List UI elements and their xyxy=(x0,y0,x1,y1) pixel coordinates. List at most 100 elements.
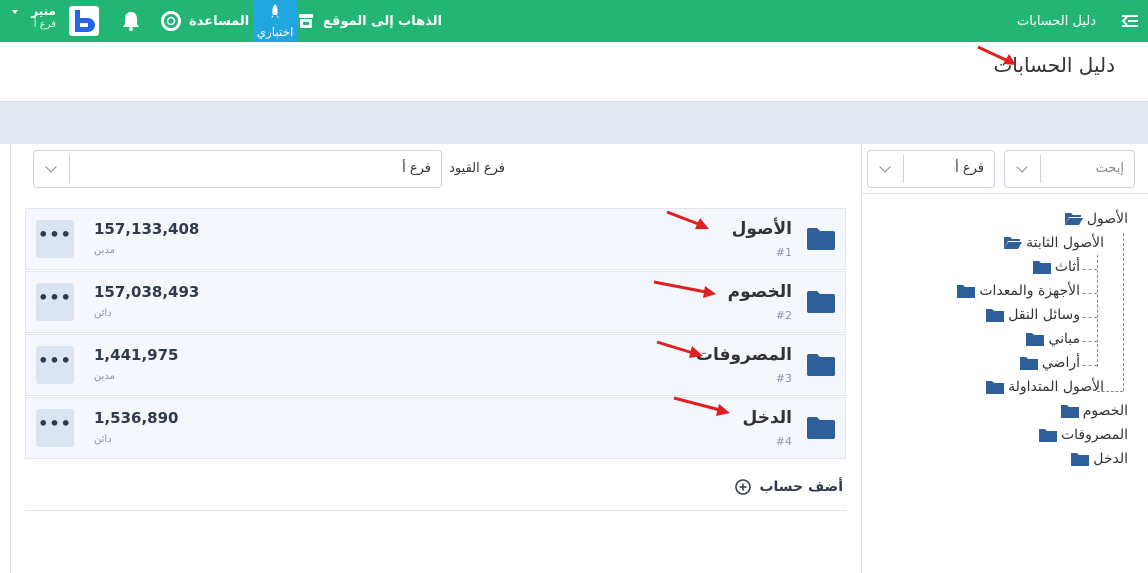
chevron-down-icon xyxy=(1005,155,1041,183)
account-balance-type: مدين xyxy=(94,245,116,256)
tree-node[interactable]: الأصول xyxy=(1064,211,1128,227)
account-name[interactable]: الخصوم xyxy=(728,282,792,302)
tree-node-label: أراضي xyxy=(1041,355,1080,371)
tree-node-label: أثاث xyxy=(1054,259,1080,275)
tree-node-label: الأصول المتداولة xyxy=(1008,379,1104,395)
user-branch: فرع أ xyxy=(33,19,56,30)
tree-node[interactable]: الدخل xyxy=(1071,451,1128,467)
trial-button[interactable]: اختباري xyxy=(253,0,297,42)
folder-icon xyxy=(1019,357,1038,370)
account-balance: 157,133,408 xyxy=(94,220,200,238)
folder-icon xyxy=(1038,429,1057,442)
tree-node[interactable]: الأصول الثابتة xyxy=(1004,235,1104,251)
account-balance-type: مدين xyxy=(94,371,116,382)
search-select[interactable]: إبحث xyxy=(1004,150,1135,188)
folder-icon xyxy=(807,291,835,313)
folder-icon xyxy=(1026,333,1045,346)
go-to-site-link[interactable]: الذهاب إلى الموقع xyxy=(297,0,442,42)
help-link[interactable]: المساعدة xyxy=(161,0,249,42)
annotation-arrow-icon xyxy=(977,45,1016,65)
account-balance: 157,038,493 xyxy=(94,283,200,301)
search-placeholder: إبحث xyxy=(1095,161,1124,176)
tree-connector xyxy=(1083,341,1097,342)
folder-icon xyxy=(986,381,1005,394)
chevron-down-icon xyxy=(868,155,904,183)
tree-node-label: الأصول الثابتة xyxy=(1026,235,1104,251)
tree-node[interactable]: المصروفات xyxy=(1038,427,1128,443)
journal-branch-select[interactable]: فرع أ xyxy=(33,150,442,188)
account-number: #4 xyxy=(775,435,792,448)
tree-node[interactable]: الأجهزة والمعدات xyxy=(957,283,1080,299)
account-name[interactable]: الدخل xyxy=(743,408,792,428)
account-number: #3 xyxy=(775,372,792,385)
tree-node[interactable]: الأصول المتداولة xyxy=(986,379,1104,395)
more-options-button[interactable]: ••• xyxy=(36,409,74,447)
tree-connector xyxy=(1083,293,1097,294)
folder-icon xyxy=(1060,405,1079,418)
account-balance: 1,441,975 xyxy=(94,346,179,364)
user-menu[interactable]: منير فرع أ xyxy=(12,4,56,30)
help-label: المساعدة xyxy=(189,13,250,29)
account-name[interactable]: الأصول xyxy=(732,219,792,239)
more-options-button[interactable]: ••• xyxy=(36,283,74,321)
tree-node[interactable]: الخصوم xyxy=(1060,403,1128,419)
tree-node-label: الدخل xyxy=(1093,451,1128,467)
tree-connector xyxy=(1083,269,1097,270)
go-to-site-label: الذهاب إلى الموقع xyxy=(323,13,442,29)
journal-branch-label: فرع القيود xyxy=(449,161,505,176)
tree-node[interactable]: أثاث xyxy=(1032,259,1080,275)
top-bar: دليل الحسابات الذهاب إلى الموقع اختباري … xyxy=(0,0,1148,42)
folder-icon xyxy=(1032,261,1051,274)
tree-node[interactable]: أراضي xyxy=(1019,355,1080,371)
menu-toggle-icon[interactable] xyxy=(1120,11,1140,31)
account-row[interactable]: الخصوم #2 157,038,493 دائن ••• xyxy=(25,271,846,333)
tree-node-label: الخصوم xyxy=(1082,403,1128,419)
tree-connector xyxy=(1083,317,1097,318)
account-number: #2 xyxy=(775,309,792,322)
tree-branch-select[interactable]: فرع أ xyxy=(867,150,995,188)
folder-icon xyxy=(957,285,976,298)
account-name[interactable]: المصروفات xyxy=(696,345,792,365)
folder-icon xyxy=(807,354,835,376)
logo-icon xyxy=(75,10,95,32)
folder-icon xyxy=(807,417,835,439)
annotation-arrow-icon xyxy=(656,340,703,358)
add-account-button[interactable]: أضف حساب xyxy=(735,479,843,495)
tree-connector xyxy=(1083,365,1097,366)
account-balance-type: دائن xyxy=(94,308,112,319)
add-account-divider xyxy=(25,510,846,511)
annotation-arrow-icon xyxy=(673,396,730,416)
tree-node-label: الأجهزة والمعدات xyxy=(979,283,1080,299)
more-options-button[interactable]: ••• xyxy=(36,220,74,258)
tree-node-label: الأصول xyxy=(1086,211,1128,227)
tree-node-label: مباني xyxy=(1048,331,1080,347)
folder-icon xyxy=(1071,453,1090,466)
tree-node[interactable]: مباني xyxy=(1026,331,1080,347)
bell-icon[interactable] xyxy=(121,10,141,32)
app-logo xyxy=(69,6,99,36)
annotation-arrow-icon xyxy=(666,210,709,229)
tree-branch-value: فرع أ xyxy=(955,161,984,176)
tree-node-label: المصروفات xyxy=(1060,427,1128,443)
tree-panel xyxy=(861,144,1148,573)
store-icon xyxy=(299,14,314,28)
tree-connector xyxy=(1097,255,1098,367)
folder-open-icon xyxy=(1064,213,1083,225)
account-number: #1 xyxy=(775,246,792,259)
account-balance: 1,536,890 xyxy=(94,409,179,427)
folder-icon xyxy=(807,228,835,250)
rocket-icon xyxy=(271,4,279,18)
journal-branch-value: فرع أ xyxy=(402,161,431,176)
trial-label: اختباري xyxy=(256,25,294,39)
annotation-arrow-icon xyxy=(653,280,716,298)
user-name: منير xyxy=(31,4,56,18)
account-row[interactable]: المصروفات #3 1,441,975 مدين ••• xyxy=(25,334,846,396)
tree-node[interactable]: وسائل النقل xyxy=(986,307,1080,323)
add-account-label: أضف حساب xyxy=(759,479,843,495)
tree-node-label: وسائل النقل xyxy=(1008,307,1080,323)
folder-open-icon xyxy=(1004,237,1023,249)
more-options-button[interactable]: ••• xyxy=(36,346,74,384)
account-row[interactable]: الأصول #1 157,133,408 مدين ••• xyxy=(25,208,846,270)
chevron-down-icon xyxy=(12,10,18,14)
folder-icon xyxy=(986,309,1005,322)
